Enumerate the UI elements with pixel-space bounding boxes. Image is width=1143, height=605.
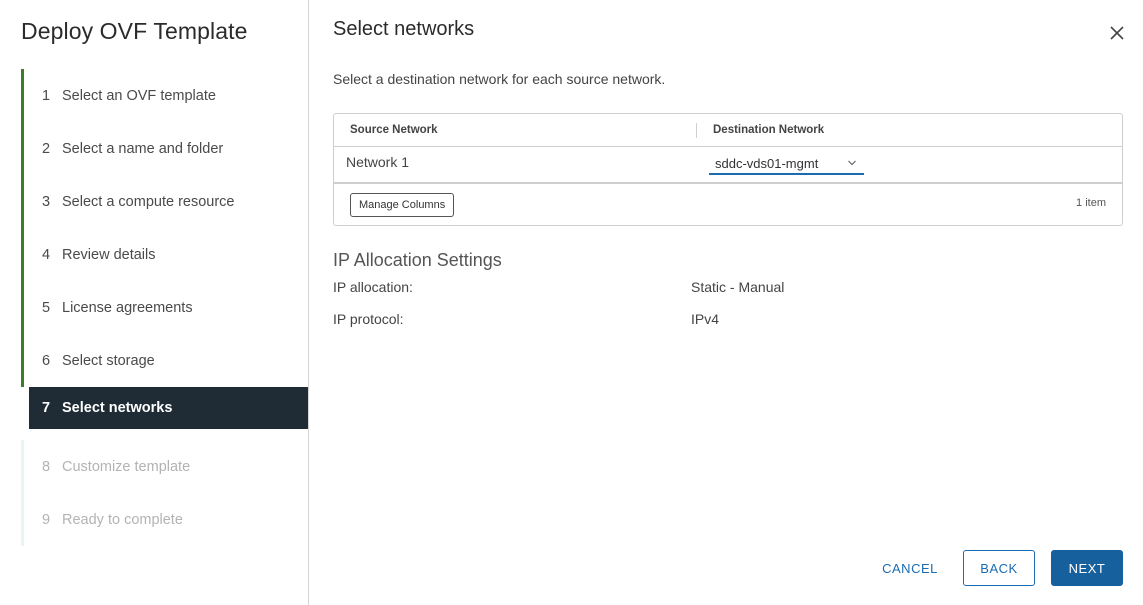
step-complete-bar bbox=[21, 334, 24, 387]
destination-network-select[interactable]: sddc-vds01-mgmt bbox=[709, 152, 864, 175]
step-label: Select an OVF template bbox=[62, 87, 216, 104]
destination-network-value: sddc-vds01-mgmt bbox=[715, 156, 819, 171]
wizard-step-1[interactable]: 1 Select an OVF template bbox=[21, 69, 308, 122]
column-header-destination[interactable]: Destination Network bbox=[713, 124, 824, 136]
step-complete-bar bbox=[21, 175, 24, 228]
step-complete-bar bbox=[21, 69, 24, 122]
manage-columns-button[interactable]: Manage Columns bbox=[350, 193, 455, 217]
step-number: 4 bbox=[42, 246, 51, 263]
wizard-steps: 1 Select an OVF template 2 Select a name… bbox=[21, 69, 308, 546]
step-number: 3 bbox=[42, 193, 51, 210]
step-number: 9 bbox=[42, 511, 51, 528]
page-subtitle: Select a destination network for each so… bbox=[333, 71, 666, 87]
ip-allocation-heading: IP Allocation Settings bbox=[333, 250, 502, 270]
column-resize-handle[interactable] bbox=[696, 123, 697, 138]
step-label: Select a compute resource bbox=[62, 193, 235, 210]
wizard-step-8: 8 Customize template bbox=[21, 440, 308, 493]
step-number: 1 bbox=[42, 87, 51, 104]
step-number: 5 bbox=[42, 299, 51, 316]
wizard-step-9: 9 Ready to complete bbox=[21, 493, 308, 546]
ip-allocation-value: Static - Manual bbox=[691, 279, 785, 295]
wizard-title: Deploy OVF Template bbox=[21, 18, 248, 44]
source-network-cell: Network 1 bbox=[346, 154, 410, 170]
chevron-down-icon bbox=[848, 160, 856, 166]
step-label: Select a name and folder bbox=[62, 140, 224, 157]
ip-protocol-value: IPv4 bbox=[691, 311, 720, 327]
ip-allocation-label: IP allocation: bbox=[333, 279, 413, 295]
wizard-step-4[interactable]: 4 Review details bbox=[21, 228, 308, 281]
next-button[interactable]: NEXT bbox=[1051, 550, 1123, 586]
step-label: Select networks bbox=[62, 400, 173, 416]
wizard-step-2[interactable]: 2 Select a name and folder bbox=[21, 122, 308, 175]
table-row: Network 1 sddc-vds01-mgmt bbox=[334, 147, 1122, 184]
ip-protocol-label: IP protocol: bbox=[333, 311, 404, 327]
cancel-button[interactable]: CANCEL bbox=[870, 550, 950, 586]
column-header-source[interactable]: Source Network bbox=[350, 124, 438, 136]
step-label: Customize template bbox=[62, 458, 191, 475]
step-complete-bar bbox=[21, 281, 24, 334]
step-pending-bar bbox=[21, 493, 24, 546]
wizard-step-7[interactable]: 7 Select networks bbox=[21, 387, 308, 440]
step-label: Review details bbox=[62, 246, 156, 263]
step-number: 6 bbox=[42, 352, 51, 369]
close-icon bbox=[1110, 26, 1124, 40]
step-pending-bar bbox=[21, 440, 24, 493]
network-mapping-grid: Source Network Destination Network Netwo… bbox=[333, 113, 1123, 226]
step-label: Select storage bbox=[62, 352, 155, 369]
back-button[interactable]: BACK bbox=[963, 550, 1035, 586]
step-number: 8 bbox=[42, 458, 51, 475]
step-number: 2 bbox=[42, 140, 51, 157]
step-complete-bar bbox=[21, 228, 24, 281]
wizard-step-3[interactable]: 3 Select a compute resource bbox=[21, 175, 308, 228]
step-label: License agreements bbox=[62, 299, 193, 316]
grid-header: Source Network Destination Network bbox=[334, 114, 1122, 147]
step-label: Ready to complete bbox=[62, 511, 183, 528]
wizard-content: Select networks Select a destination net… bbox=[310, 0, 1143, 605]
item-count: 1 item bbox=[1076, 197, 1106, 209]
wizard-step-6[interactable]: 6 Select storage bbox=[21, 334, 308, 387]
grid-footer: Manage Columns 1 item bbox=[334, 186, 1122, 226]
wizard-sidebar: Deploy OVF Template 1 Select an OVF temp… bbox=[0, 0, 309, 605]
close-button[interactable] bbox=[1107, 23, 1127, 43]
step-complete-bar bbox=[21, 122, 24, 175]
page-title: Select networks bbox=[333, 18, 475, 40]
wizard-step-5[interactable]: 5 License agreements bbox=[21, 281, 308, 334]
step-number: 7 bbox=[42, 400, 51, 416]
